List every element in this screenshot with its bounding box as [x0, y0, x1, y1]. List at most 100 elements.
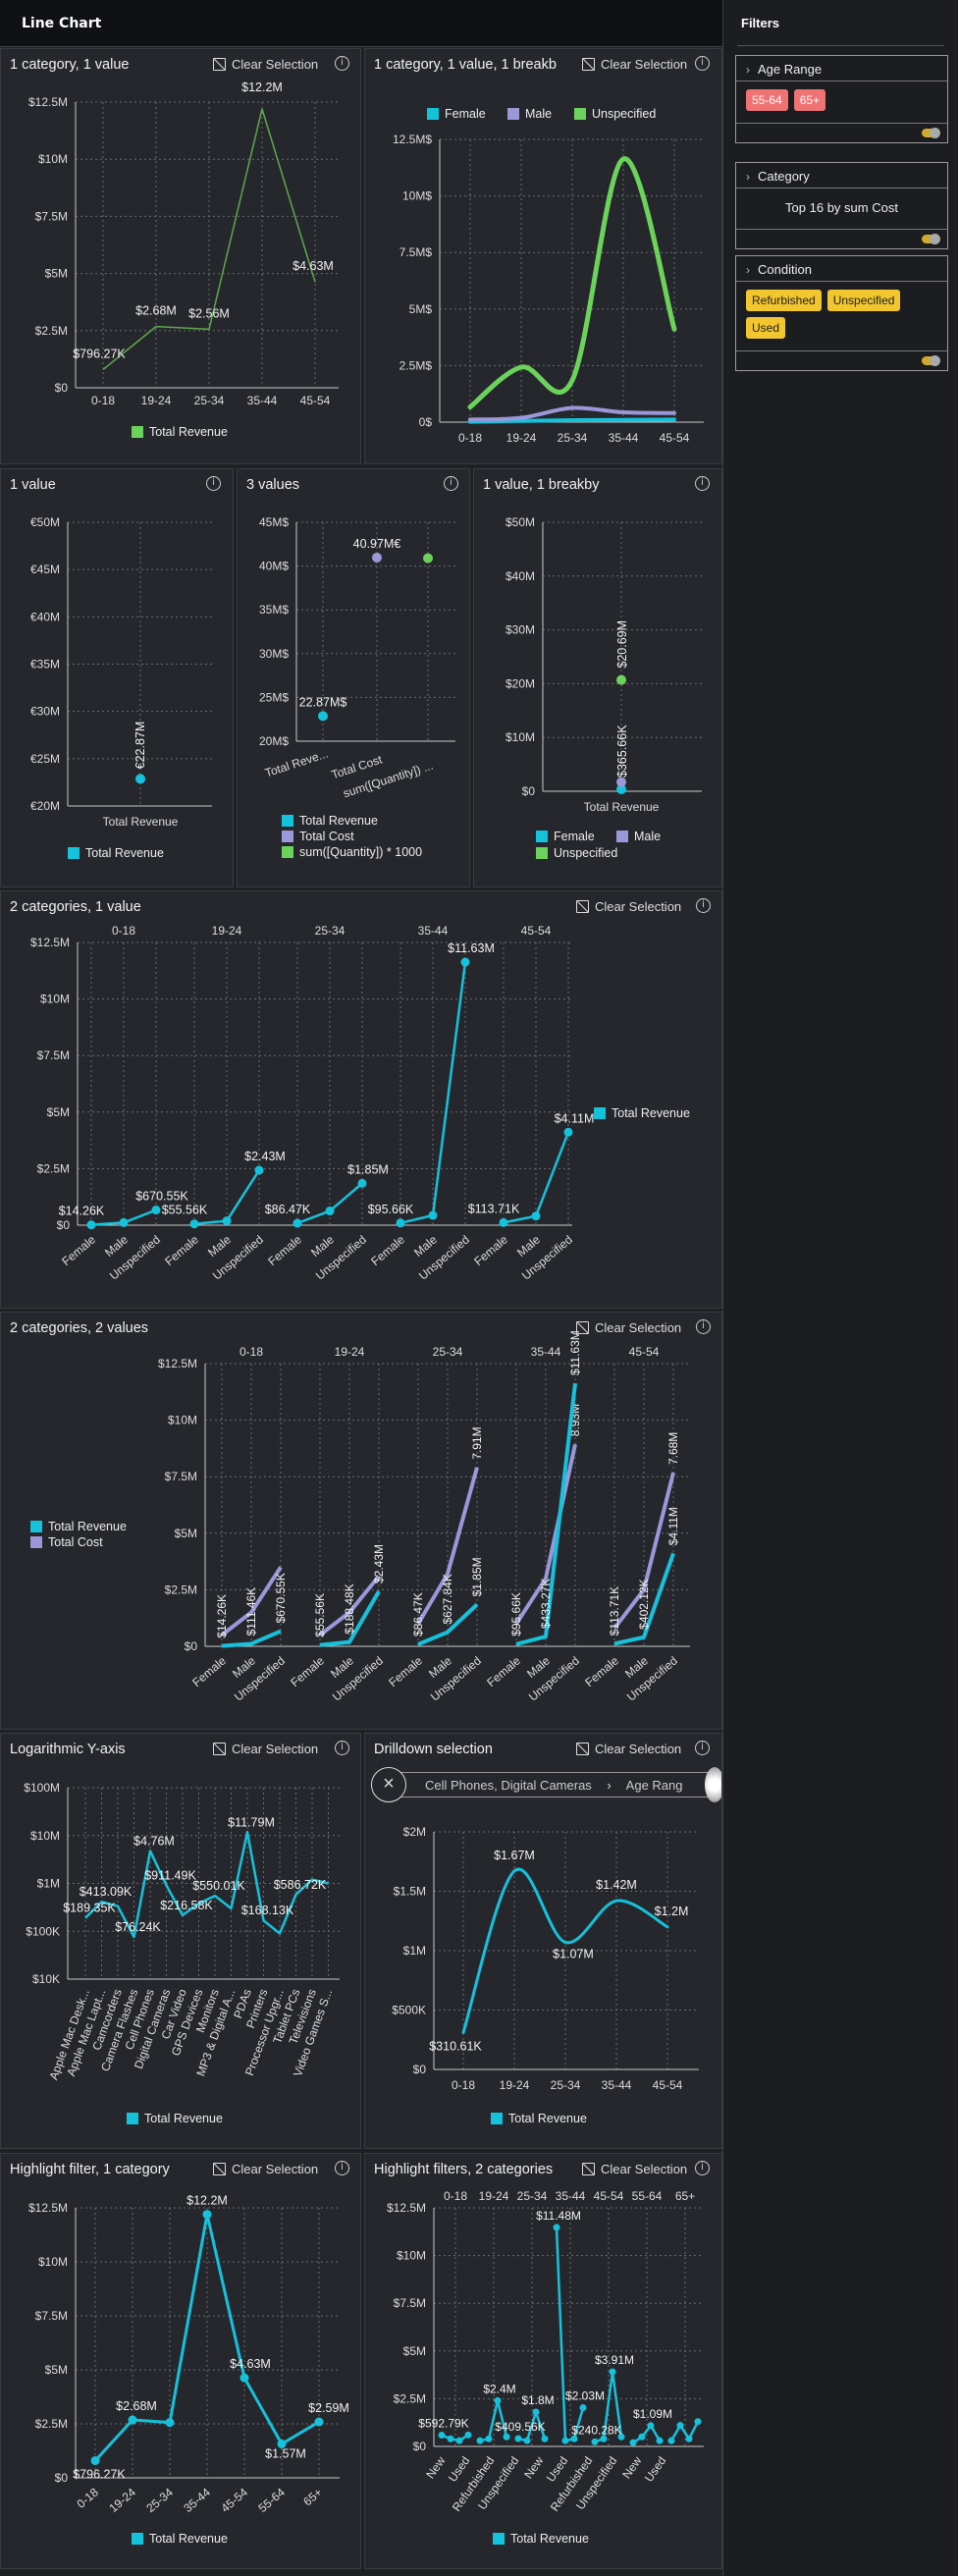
x-tick-label: New — [521, 2453, 546, 2481]
y-tick-label: 35M$ — [259, 603, 289, 617]
legend-label: Total Cost — [299, 830, 354, 843]
info-icon[interactable]: i — [695, 1741, 710, 1755]
clear-selection-button[interactable]: Clear Selection — [576, 899, 681, 914]
info-icon[interactable]: i — [696, 1319, 711, 1334]
clear-selection-label: Clear Selection — [595, 1742, 682, 1756]
data-label: $1.07M — [553, 1948, 594, 1961]
breadcrumb-path[interactable]: Cell Phones, Digital Cameras › Age Rang — [385, 1772, 718, 1798]
x-tick-label: 0-18 — [75, 2485, 102, 2510]
line-chart[interactable]: €20M €25M €30M €35M €40M €45M €50M €22.87M Total… — [1, 469, 234, 887]
data-label: $796.27K — [73, 2467, 126, 2481]
filter-toggle[interactable] — [922, 234, 940, 244]
info-icon[interactable]: i — [695, 56, 710, 71]
group-label: 25-34 — [517, 2189, 548, 2203]
chart-panel-8: Logarithmic Y-axis Clear Selection i $10… — [0, 1733, 361, 2149]
info-icon[interactable]: i — [335, 56, 349, 71]
filter-header[interactable]: › Age Range — [736, 56, 947, 81]
line-chart[interactable]: $0 $2.5M $5M $7.5M $10M $12.5M 0-18 19-24 25-34 3… — [1, 891, 722, 1309]
clear-selection-icon — [582, 58, 595, 71]
info-icon[interactable]: i — [696, 898, 711, 913]
data-label: $2.68M — [116, 2399, 157, 2413]
data-label: $4.76M — [133, 1834, 175, 1848]
y-tick-label: 5M$ — [409, 302, 433, 316]
data-label: 40.97M€ — [353, 537, 401, 551]
clear-selection-button[interactable]: Clear Selection — [213, 2162, 318, 2176]
y-tick-label: $12.5M — [30, 936, 70, 949]
clear-selection-button[interactable]: Clear Selection — [576, 1320, 681, 1335]
line-chart[interactable]: $0 $2.5M $5M $7.5M $10M $12.5M 0-18 19-24 25-34 3… — [1, 1313, 722, 1730]
y-tick-label: $5M — [175, 1527, 197, 1540]
line-chart[interactable]: 20M$ 25M$ 30M$ 35M$ 40M$ 45M$ 22.87M$ 40.97M€ To… — [238, 469, 470, 887]
y-tick-label: 10M$ — [402, 189, 432, 203]
filter-chip[interactable]: Unspecified — [826, 290, 901, 311]
legend-label: Unspecified — [592, 107, 656, 121]
info-icon[interactable]: i — [695, 2161, 710, 2175]
data-label: $111.46K — [244, 1587, 258, 1637]
legend-swatch — [282, 846, 293, 858]
chart-panel-6: 2 categories, 1 value Clear Selection i … — [0, 890, 722, 1309]
line-chart[interactable]: $0 $10M $20M $30M $40M $50M $365.66K $20.69M Tot… — [474, 469, 722, 887]
y-tick-label: $12.5M — [28, 95, 68, 109]
data-point — [503, 2433, 510, 2441]
data-point — [135, 774, 145, 784]
filter-chip[interactable]: Used — [746, 317, 786, 339]
data-label: $95.66K — [368, 1203, 414, 1216]
line-chart[interactable]: $10K $100K $1M $10M $100M $189.35K $413.09K $76… — [1, 1734, 361, 2149]
y-tick-label: $2M — [403, 1825, 426, 1839]
data-label: $240.28K — [571, 2423, 621, 2437]
y-tick-label: 7.5M$ — [399, 245, 433, 259]
data-point — [485, 2435, 493, 2442]
group-label: 0-18 — [112, 924, 135, 938]
clear-selection-button[interactable]: Clear Selection — [576, 2162, 688, 2176]
legend-swatch — [127, 2113, 138, 2124]
data-point — [151, 1206, 161, 1215]
data-label: $409.56K — [495, 2420, 545, 2434]
legend-swatch — [491, 2113, 503, 2124]
data-point — [676, 2422, 684, 2430]
info-icon[interactable]: i — [695, 476, 710, 491]
data-label: $2.43M — [244, 1150, 286, 1163]
x-tick-label: 0-18 — [452, 2078, 475, 2092]
legend-label: Female — [445, 107, 486, 121]
data-label: $86.47K — [265, 1203, 311, 1216]
data-label: $911.49K — [144, 1868, 196, 1882]
x-tick-label: 25-34 — [194, 394, 225, 407]
filter-value[interactable]: Top 16 by sum Cost — [736, 188, 947, 229]
data-label: $11.63M — [568, 1330, 582, 1375]
data-point — [638, 2433, 646, 2441]
breadcrumb-item[interactable]: Cell Phones, Digital Cameras — [425, 1778, 592, 1793]
line-chart[interactable]: 0$ 2.5M$ 5M$ 7.5M$ 10M$ 12.5M$ 0-18 19-24 25-34 3… — [365, 49, 722, 464]
scroll-indicator[interactable] — [705, 1767, 721, 1802]
x-tick-label: Total Revenue — [584, 800, 660, 814]
line-chart[interactable]: $0 $2.5M $5M $7.5M $10M $12.5M $796.27K $2.68M $… — [1, 2154, 361, 2569]
info-icon[interactable]: i — [335, 2161, 349, 2175]
filter-chip[interactable]: 65+ — [793, 89, 826, 111]
info-icon[interactable]: i — [206, 476, 221, 491]
filter-toggle[interactable] — [922, 355, 940, 366]
info-icon[interactable]: i — [335, 1741, 349, 1755]
data-point — [694, 2418, 702, 2426]
filter-header[interactable]: › Condition — [736, 256, 947, 282]
filter-toggle[interactable] — [922, 128, 940, 138]
clear-selection-label: Clear Selection — [232, 1742, 319, 1756]
data-label: $586.72K — [274, 1878, 327, 1892]
filter-chip[interactable]: Refurbished — [746, 290, 822, 311]
filter-header[interactable]: › Category — [736, 163, 947, 188]
line-chart[interactable]: $0 $2.5M $5M $7.5M $10M $12.5M 0-18 19-24 25-34 3… — [365, 2154, 722, 2569]
line-chart[interactable]: $0 $2.5M $5M $7.5M $10M $12.5M $796.27K $2.68M $… — [1, 49, 361, 464]
filter-chip[interactable]: 55-64 — [746, 89, 788, 111]
breadcrumb-item[interactable]: Age Rang — [626, 1778, 683, 1793]
data-point — [629, 2439, 637, 2446]
data-point — [541, 2435, 549, 2442]
app-title: Line Chart — [0, 0, 722, 47]
clear-selection-icon — [582, 2163, 595, 2175]
x-tick-label: Female — [288, 1653, 327, 1690]
clear-selection-button[interactable]: Clear Selection — [576, 1742, 681, 1756]
clear-selection-button[interactable]: Clear Selection — [213, 1742, 318, 1756]
y-tick-label: $0 — [413, 2440, 427, 2453]
filter-label: Age Range — [758, 62, 823, 77]
info-icon[interactable]: i — [444, 476, 458, 491]
clear-selection-button[interactable]: Clear Selection — [213, 57, 318, 72]
clear-selection-button[interactable]: Clear Selection — [576, 57, 688, 72]
close-drilldown-button[interactable]: × — [371, 1767, 406, 1802]
